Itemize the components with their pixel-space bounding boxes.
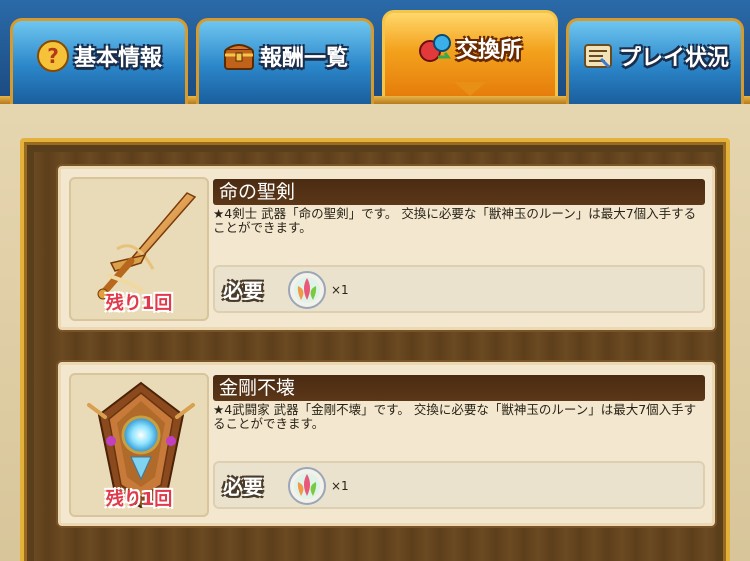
item-description: ★4剣士 武器「命の聖剣」です。 交換に必要な「獣神玉のルーン」は最大7個入手す… (213, 206, 697, 235)
remaining-count: 残り1回 (105, 489, 173, 510)
tab-bar: ? 基本情報 報酬一覧 交換所 プレイ状況 (0, 0, 750, 104)
tab-label: プレイ状況 (618, 45, 729, 71)
exchange-item-card[interactable]: 残り1回 命の聖剣 ★4剣士 武器「命の聖剣」です。 交換に必要な「獣神玉のルー… (58, 166, 715, 330)
scroll-map-icon (581, 39, 615, 73)
tab-exchange[interactable]: 交換所 (382, 10, 558, 96)
active-tab-pointer (454, 82, 486, 96)
item-description: ★4武闘家 武器「金剛不壊」です。 交換に必要な「獣神玉のルーン」は最大7個入手… (213, 402, 697, 431)
treasure-chest-icon (222, 39, 256, 73)
required-quantity: ×1 (331, 479, 349, 493)
item-thumbnail: 残り1回 (69, 373, 209, 517)
exchange-panel: 残り1回 命の聖剣 ★4剣士 武器「命の聖剣」です。 交換に必要な「獣神玉のルー… (20, 138, 730, 561)
rune-orb-icon (287, 270, 327, 310)
content-area: 残り1回 命の聖剣 ★4剣士 武器「命の聖剣」です。 交換に必要な「獣神玉のルー… (0, 104, 750, 561)
rune-orb-icon (287, 466, 327, 506)
tab-label: 報酬一覧 (259, 45, 348, 71)
item-name: 命の聖剣 (213, 179, 705, 205)
required-label: 必要 (223, 475, 263, 499)
remaining-count: 残り1回 (105, 293, 173, 314)
exchange-item-card[interactable]: 残り1回 金剛不壊 ★4武闘家 武器「金剛不壊」です。 交換に必要な「獣神玉のル… (58, 362, 715, 526)
tab-rewards[interactable]: 報酬一覧 (196, 18, 374, 104)
required-quantity: ×1 (331, 283, 349, 297)
item-thumbnail: 残り1回 (69, 177, 209, 321)
exchange-list[interactable]: 残り1回 命の聖剣 ★4剣士 武器「命の聖剣」です。 交換に必要な「獣神玉のルー… (34, 152, 716, 561)
tab-play-status[interactable]: プレイ状況 (566, 18, 744, 104)
tab-label: 基本情報 (73, 45, 162, 71)
required-label: 必要 (223, 279, 263, 303)
exchange-requirement[interactable]: 必要 ×1 (213, 265, 705, 313)
tab-label: 交換所 (455, 37, 522, 63)
svg-text:?: ? (47, 44, 59, 68)
item-name: 金剛不壊 (213, 375, 705, 401)
exchange-requirement[interactable]: 必要 ×1 (213, 461, 705, 509)
tab-basic-info[interactable]: ? 基本情報 (10, 18, 188, 104)
exchange-icon (418, 31, 452, 65)
question-icon: ? (36, 39, 70, 73)
